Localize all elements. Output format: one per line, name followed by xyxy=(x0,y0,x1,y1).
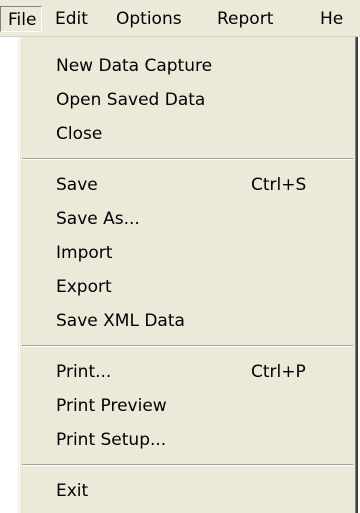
menu-item-label: New Data Capture xyxy=(56,56,213,76)
menu-item-label: Exit xyxy=(56,481,89,501)
menu-report[interactable]: Report xyxy=(217,6,273,32)
menu-item-shortcut: Ctrl+S xyxy=(251,175,307,195)
menu-item-label: Save As... xyxy=(56,209,140,229)
menu-separator xyxy=(22,158,353,160)
menu-item-print[interactable]: Print... Ctrl+P xyxy=(19,357,355,387)
menu-item-export[interactable]: Export xyxy=(19,272,355,302)
menu-item-label: Open Saved Data xyxy=(56,90,206,110)
menu-item-label: Close xyxy=(56,124,103,144)
menu-item-exit[interactable]: Exit xyxy=(19,476,355,506)
menu-item-label: Save xyxy=(56,175,98,195)
menu-item-label: Export xyxy=(56,277,112,297)
menu-item-label: Save XML Data xyxy=(56,311,185,331)
menu-separator xyxy=(22,345,353,347)
menu-item-save-as[interactable]: Save As... xyxy=(19,204,355,234)
menu-file[interactable]: File xyxy=(0,6,42,32)
menu-item-print-setup[interactable]: Print Setup... xyxy=(19,425,355,455)
menu-item-open-saved-data[interactable]: Open Saved Data xyxy=(19,85,355,115)
menu-item-close[interactable]: Close xyxy=(19,119,355,149)
menu-item-new-data-capture[interactable]: New Data Capture xyxy=(19,51,355,81)
menu-item-label: Print Setup... xyxy=(56,430,167,450)
menu-item-label: Import xyxy=(56,243,113,263)
menu-item-label: Print... xyxy=(56,362,112,382)
menu-options[interactable]: Options xyxy=(116,6,182,32)
menu-item-save[interactable]: Save Ctrl+S xyxy=(19,170,355,200)
menu-item-import[interactable]: Import xyxy=(19,238,355,268)
file-menu-dropdown: New Data Capture Open Saved Data Close S… xyxy=(18,37,358,513)
menu-item-label: Print Preview xyxy=(56,396,167,416)
menu-bar: File Edit Options Report He xyxy=(0,0,360,37)
menu-edit[interactable]: Edit xyxy=(55,6,88,32)
menu-item-shortcut: Ctrl+P xyxy=(251,362,306,382)
menu-item-print-preview[interactable]: Print Preview xyxy=(19,391,355,421)
menu-item-save-xml-data[interactable]: Save XML Data xyxy=(19,306,355,336)
menu-help[interactable]: He xyxy=(320,6,343,32)
menu-separator xyxy=(22,464,353,466)
